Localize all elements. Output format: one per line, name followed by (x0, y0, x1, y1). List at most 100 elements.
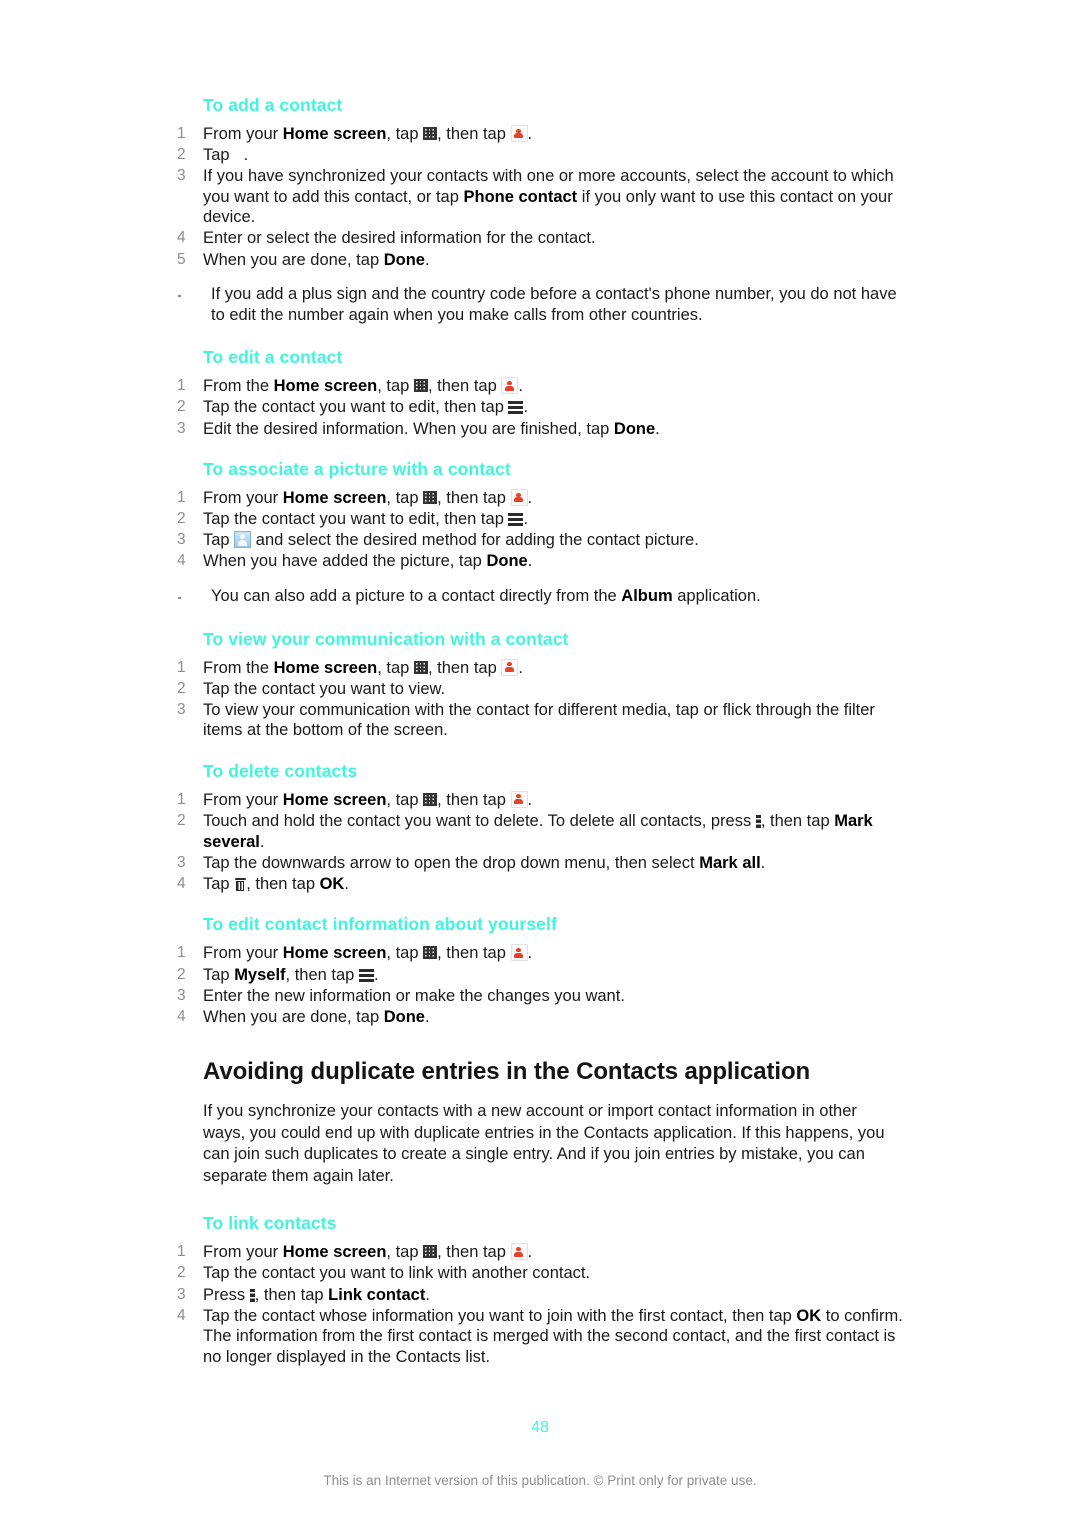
step-text: , tap (377, 377, 414, 396)
heading-associate-picture: To associate a picture with a contact (203, 459, 511, 480)
heading-edit-contact: To edit a contact (203, 347, 343, 368)
step-text: , then tap (437, 489, 511, 508)
step-bold: OK (796, 1306, 822, 1325)
steps-add-contact: From your Home screen, tap , then tap . … (175, 124, 905, 270)
heading-avoiding-duplicates: Avoiding duplicate entries in the Contac… (203, 1058, 811, 1086)
contacts-app-icon (501, 377, 519, 395)
step-text: . (373, 965, 379, 984)
step-text: Tap (203, 965, 235, 984)
step-bold: OK (319, 874, 345, 893)
step-bold: Home screen (273, 377, 378, 396)
app-drawer-grid-icon (423, 792, 438, 806)
step-bold: Done (383, 1007, 425, 1026)
step-text: . (344, 874, 349, 893)
step-text: Tap the contact you want to edit, then t… (203, 510, 509, 529)
step-bold: Home screen (282, 790, 387, 809)
overflow-menu-icon (755, 815, 761, 829)
step-text: Tap the downwards arrow to open the drop… (203, 853, 700, 872)
trash-bin-icon (234, 877, 246, 892)
step-item: Tap. (175, 145, 905, 166)
step-text: Tap the contact whose information you wa… (203, 1306, 797, 1325)
step-text: From your (203, 489, 283, 508)
step-bold: Done (613, 419, 656, 438)
step-text: Edit the desired information. When you a… (203, 419, 614, 438)
step-text: When you have added the picture, tap (203, 552, 487, 571)
step-text: . (527, 125, 533, 143)
step-text: Touch and hold the contact you want to d… (203, 812, 756, 831)
step-text: , then tap (285, 965, 359, 984)
step-item: Tap the contact you want to edit, then t… (175, 509, 905, 530)
step-item: Tap the downwards arrow to open the drop… (175, 853, 905, 874)
step-bold: Mark all (699, 853, 761, 872)
contacts-app-icon (510, 489, 528, 507)
app-drawer-grid-icon (423, 127, 438, 140)
step-text: Tap the contact you want to link with an… (203, 1264, 591, 1283)
contacts-app-icon (510, 125, 528, 142)
step-text: . (527, 552, 533, 571)
edit-bars-icon (508, 513, 524, 527)
step-text: , tap (386, 489, 424, 508)
step-text: , then tap (437, 790, 511, 809)
step-text: . (518, 377, 523, 396)
step-text: . (425, 1285, 430, 1304)
step-text: , tap (377, 658, 414, 677)
step-item: From your Home screen, tap , then tap . (175, 488, 905, 509)
step-item: When you are done, tap Done. (175, 1007, 905, 1028)
step-text: , then tap (254, 1285, 329, 1304)
app-drawer-grid-icon (423, 1245, 438, 1259)
step-text: From the (203, 377, 274, 396)
step-item: To view your communication with the cont… (175, 700, 905, 741)
step-item: Tap the contact you want to edit, then t… (175, 397, 905, 418)
step-bold: Home screen (282, 1243, 387, 1262)
section-edit-yourself: To edit contact information about yourse… (175, 914, 905, 1027)
step-text: From your (203, 1243, 283, 1262)
tip-associate-picture: You can also add a picture to a contact … (175, 586, 905, 607)
step-item: When you have added the picture, tap Don… (175, 551, 905, 572)
step-item: From your Home screen, tap , then tap . (175, 943, 905, 964)
step-text: . (527, 944, 533, 963)
step-item: Enter the new information or make the ch… (175, 986, 905, 1007)
step-item: From your Home screen, tap , then tap . (175, 1242, 905, 1263)
step-bold: Done (486, 552, 528, 571)
missing-glyph-icon (230, 149, 244, 162)
step-text: . (518, 658, 523, 677)
section-associate-picture: To associate a picture with a contact Fr… (175, 459, 905, 606)
step-text: Tap the contact you want to view. (203, 679, 446, 698)
step-text: Press (203, 1285, 250, 1304)
step-text: Enter the new information or make the ch… (203, 986, 625, 1005)
step-text: , tap (386, 790, 424, 809)
tip-bold: Album (621, 587, 673, 605)
step-text: . (424, 1007, 430, 1026)
step-text: . (259, 832, 265, 851)
step-bold: Home screen (282, 944, 387, 963)
steps-associate-picture: From your Home screen, tap , then tap . … (175, 488, 905, 572)
step-text: . (527, 790, 533, 809)
step-text: Tap (203, 531, 235, 550)
tip-add-contact: If you add a plus sign and the country c… (175, 284, 905, 325)
step-item: When you are done, tap Done. (175, 250, 905, 271)
app-drawer-grid-icon (423, 491, 438, 505)
step-text: Enter or select the desired information … (203, 229, 596, 248)
app-drawer-grid-icon (413, 660, 428, 674)
heading-delete-contacts: To delete contacts (203, 760, 358, 781)
step-bold: Myself (234, 965, 286, 984)
section-edit-contact: To edit a contact From the Home screen, … (175, 347, 905, 439)
step-text: , then tap (246, 874, 320, 893)
step-item: Tap Myself, then tap . (175, 965, 905, 986)
step-item: Tap and select the desired method for ad… (175, 530, 905, 551)
step-text: , tap (386, 125, 424, 143)
avatar-placeholder-icon (234, 531, 252, 549)
step-item: If you have synchronized your contacts w… (175, 166, 905, 228)
step-text: . (523, 510, 529, 529)
section-add-contact: To add a contact From your Home screen, … (175, 95, 905, 325)
step-text: , then tap (437, 944, 511, 963)
heading-view-communication: To view your communication with a contac… (203, 628, 569, 649)
section-link-contacts: To link contacts From your Home screen, … (175, 1213, 905, 1367)
steps-edit-contact: From the Home screen, tap , then tap . T… (175, 376, 905, 439)
app-drawer-grid-icon (423, 946, 438, 960)
contacts-app-icon (510, 790, 528, 808)
step-item: Tap , then tap OK. (175, 874, 905, 895)
page-content: To add a contact From your Home screen, … (175, 95, 905, 1387)
step-item: Tap the contact you want to view. (175, 679, 905, 700)
step-text: From your (203, 790, 283, 809)
